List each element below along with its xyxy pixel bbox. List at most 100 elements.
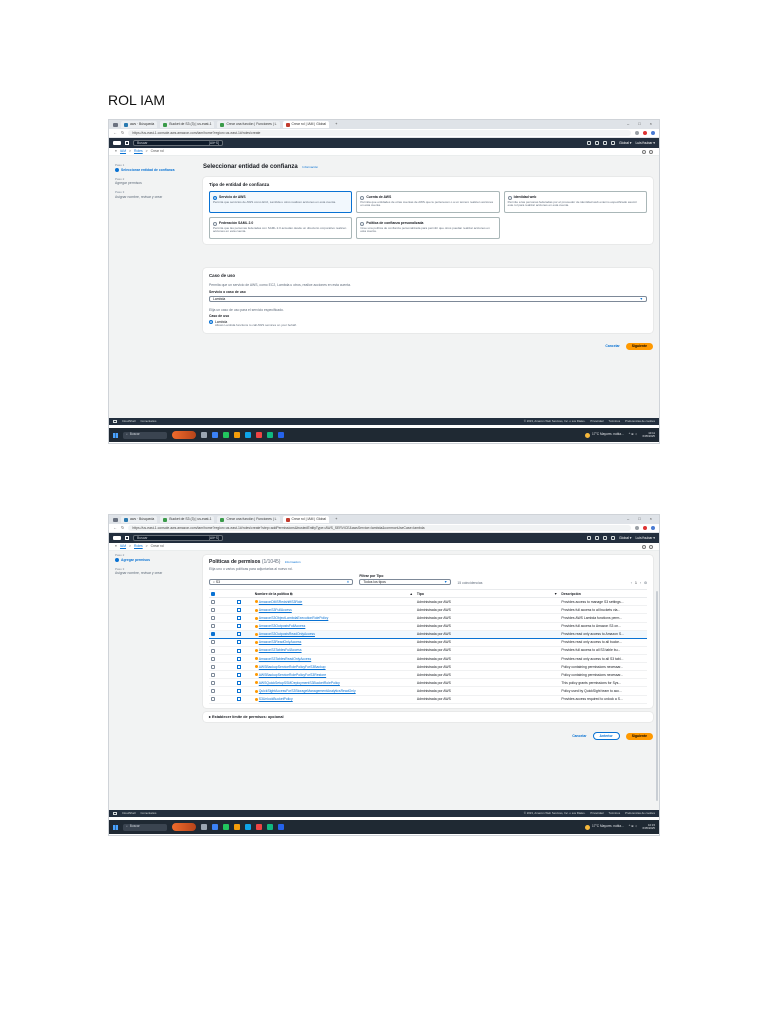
edge-icon[interactable] <box>245 824 251 830</box>
browser-tab[interactable]: aws · Búsqueda <box>121 516 158 523</box>
expand-row-icon[interactable] <box>237 680 242 685</box>
privacy-link[interactable]: Privacidad <box>590 419 603 423</box>
policy-name-link[interactable]: AmazonDMSRedshiftS3Role <box>259 600 303 604</box>
edge-icon[interactable] <box>245 432 251 438</box>
aws-search-input[interactable]: Buscar [Alt+S] <box>133 140 223 146</box>
policy-search-input[interactable]: ⌕ S3 ✕ <box>209 579 354 586</box>
info-link[interactable]: Información <box>285 560 301 564</box>
cancel-button[interactable]: Cancelar <box>572 734 586 738</box>
gear-icon[interactable]: ⚙ <box>644 581 647 585</box>
expand-row-icon[interactable] <box>237 697 242 702</box>
folder-icon[interactable] <box>234 824 240 830</box>
row-checkbox[interactable] <box>211 697 215 702</box>
address-input[interactable]: https://us-east-1.console.aws.amazon.com… <box>128 130 631 136</box>
breadcrumb-roles[interactable]: Roles <box>134 149 143 153</box>
expand-row-icon[interactable] <box>237 632 242 637</box>
gear-icon[interactable] <box>611 141 616 145</box>
task-view-icon[interactable] <box>201 824 207 830</box>
tile-web-identity[interactable]: Identidad web Permite a las personas fed… <box>503 191 647 214</box>
table-row[interactable]: AmazonS3OutpostsFullAccess Administrada p… <box>209 622 647 631</box>
help-icon[interactable] <box>603 536 608 540</box>
tile-aws-account[interactable]: Cuenta de AWS Permita que entidades de o… <box>356 191 500 214</box>
row-checkbox[interactable] <box>211 607 215 612</box>
windows-start-icon[interactable] <box>113 824 118 830</box>
next-page-icon[interactable]: › <box>640 581 641 585</box>
gear-icon[interactable] <box>611 536 616 540</box>
region-selector[interactable]: Global ▾ <box>619 536 631 540</box>
table-row[interactable]: AWSBackupServiceRolePolicyForS3Restore Ad… <box>209 670 647 680</box>
previous-button[interactable]: Anterior <box>592 732 620 741</box>
minimize-icon[interactable]: – <box>624 516 632 522</box>
clock-icon[interactable] <box>649 544 653 549</box>
taskbar-search[interactable]: ⌕ Buscar <box>123 823 167 831</box>
row-checkbox[interactable] <box>211 664 215 669</box>
table-row[interactable]: AmazonS3FullAccess Administrada por AWS Pr… <box>209 605 647 615</box>
comments-link[interactable]: Comentarios <box>141 419 157 423</box>
expand-row-icon[interactable] <box>237 599 242 604</box>
reload-icon[interactable]: ↻ <box>121 130 124 136</box>
policy-name-link[interactable]: AmazonS3FullAccess <box>259 608 292 612</box>
extension-icon[interactable] <box>643 526 647 530</box>
browser-tab[interactable]: Bucket de S3 (3) | us-east-1 <box>160 121 215 128</box>
aws-logo-icon[interactable] <box>113 536 121 540</box>
browser-tab-active[interactable]: Crear rol | IAM | Global <box>282 516 330 523</box>
system-tray-icons[interactable]: ^ ⊕ ☼ <box>629 432 638 437</box>
policy-name-link[interactable]: AWSQuickSetupSSMDeploymentS3BucketRolePo… <box>259 681 340 685</box>
privacy-link[interactable]: Privacidad <box>590 811 603 815</box>
weather-widget[interactable]: 17°C Mayorm. nubla... <box>584 432 624 438</box>
cloudshell-link[interactable]: CloudShell <box>122 419 136 423</box>
cloudshell-link[interactable]: CloudShell <box>122 811 136 815</box>
next-button[interactable]: Siguiente <box>625 732 653 740</box>
table-row[interactable]: AmazonS3ObjectLambdaExecutionRolePolicy A… <box>209 613 647 623</box>
bell-icon[interactable] <box>595 536 600 540</box>
expand-row-icon[interactable] <box>237 607 242 612</box>
policy-name-link[interactable]: AmazonS3OutpostsFullAccess <box>259 624 306 628</box>
policy-name-link[interactable]: AmazonS3ObjectLambdaExecutionRolePolicy <box>259 616 329 620</box>
expand-row-icon[interactable] <box>237 648 242 653</box>
row-checkbox[interactable] <box>211 599 215 604</box>
row-checkbox[interactable] <box>211 616 215 621</box>
wizard-step[interactable]: Paso 2 Agregar permisos <box>115 553 195 562</box>
maximize-icon[interactable]: □ <box>635 516 643 522</box>
sort-icon[interactable]: ▼ <box>554 592 557 596</box>
breadcrumb-iam[interactable]: IAM <box>120 149 126 153</box>
table-row[interactable]: AmazonS3TablesFullAccess Administrada por… <box>209 646 647 656</box>
account-menu[interactable]: LuisYoubar ▾ <box>636 141 656 145</box>
expand-row-icon[interactable] <box>237 664 242 669</box>
profile-icon[interactable] <box>651 131 655 135</box>
row-checkbox[interactable] <box>211 680 215 685</box>
browser-tab[interactable]: Crear una función | Funciones | L <box>217 516 280 523</box>
chrome-icon[interactable] <box>256 432 262 438</box>
folder-icon[interactable] <box>234 432 240 438</box>
policy-name-link[interactable]: AWSBackupServiceRolePolicyForS3Restore <box>259 673 326 677</box>
app-icon[interactable] <box>212 432 218 438</box>
menu-icon[interactable]: ≡ <box>115 544 117 548</box>
table-row[interactable]: AmazonDMSRedshiftS3Role Administrada por … <box>209 597 647 607</box>
info-link[interactable]: Información <box>302 165 318 169</box>
table-row[interactable]: QuickSightAccessForS3StorageManagementAn… <box>209 686 647 696</box>
windows-start-icon[interactable] <box>113 432 118 438</box>
aws-logo-icon[interactable] <box>113 141 121 145</box>
services-grid-icon[interactable] <box>125 536 129 540</box>
system-tray-icons[interactable]: ^ ⊕ ☼ <box>629 824 638 829</box>
row-checkbox[interactable] <box>211 656 215 661</box>
scrollbar[interactable] <box>656 591 658 801</box>
new-tab-button[interactable]: + <box>332 121 340 127</box>
expand-row-icon[interactable] <box>237 624 242 629</box>
row-checkbox[interactable] <box>211 689 215 694</box>
page-number[interactable]: 1 <box>635 581 637 585</box>
table-row[interactable]: AWSQuickSetupSSMDeploymentS3BucketRolePo… <box>209 678 647 688</box>
terms-link[interactable]: Términos <box>608 419 620 423</box>
reload-icon[interactable]: ↻ <box>121 525 124 531</box>
policy-name-link[interactable]: QuickSightAccessForS3StorageManagementAn… <box>259 689 356 693</box>
expand-row-icon[interactable] <box>237 672 242 677</box>
row-checkbox[interactable] <box>211 648 215 653</box>
extension-icon[interactable] <box>643 131 647 135</box>
cloudshell-icon[interactable] <box>587 141 592 145</box>
tile-custom-trust-policy[interactable]: Política de confianza personalizada Cree… <box>356 217 500 240</box>
address-input[interactable]: https://us-east-1.console.aws.amazon.com… <box>128 525 631 531</box>
cookies-link[interactable]: Preferencias de cookies <box>625 419 655 423</box>
app-icon[interactable] <box>278 824 284 830</box>
policy-name-link[interactable]: AWSBackupServiceRolePolicyForS3Backup <box>259 665 326 669</box>
policy-name-link[interactable]: AmazonS3TablesReadOnlyAccess <box>259 657 311 661</box>
